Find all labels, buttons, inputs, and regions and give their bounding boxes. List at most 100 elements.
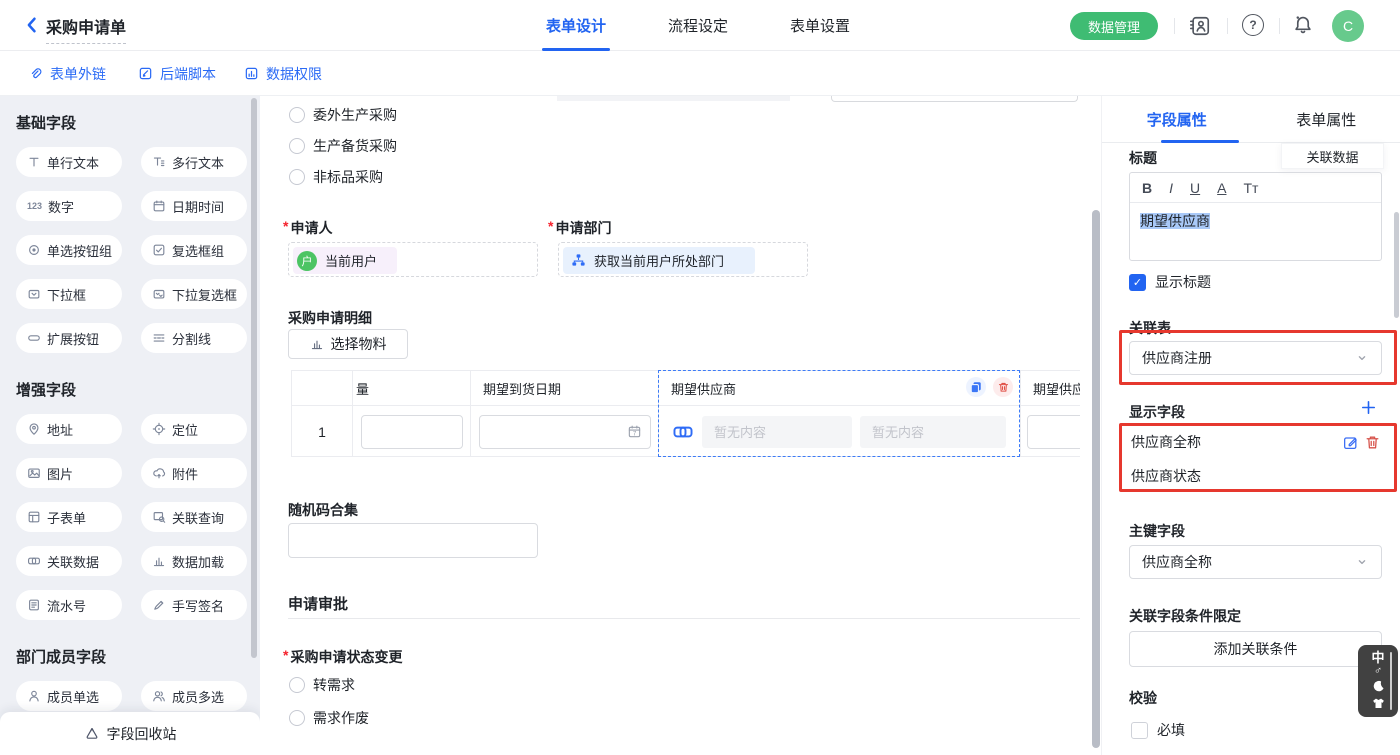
sidebar-scrollbar[interactable] <box>251 98 257 658</box>
field-item-signature[interactable]: 手写签名 <box>141 590 247 620</box>
supplier-empty-box[interactable]: 暂无内容 <box>702 416 852 448</box>
field-item-member-single[interactable]: 成员单选 <box>16 681 122 711</box>
contact-book-icon[interactable] <box>1189 15 1211 42</box>
field-item-serial-number[interactable]: 流水号 <box>16 590 122 620</box>
notification-bell-icon[interactable] <box>1292 14 1314 41</box>
gender-icon[interactable]: ♂ <box>1374 666 1382 677</box>
add-condition-button[interactable]: 添加关联条件 <box>1129 631 1382 667</box>
supplier-empty-box[interactable]: 暂无内容 <box>860 416 1006 448</box>
field-item-radio-group[interactable]: 单选按钮组 <box>16 235 122 265</box>
field-item-single-text[interactable]: 单行文本 <box>16 147 122 177</box>
tab-flow-setting[interactable]: 流程设定 <box>668 0 728 51</box>
department-chip[interactable]: 获取当前用户所处部门 <box>563 247 755 274</box>
canvas-scrollbar[interactable] <box>1092 210 1100 748</box>
delete-column-button[interactable] <box>993 377 1013 397</box>
relation-table-select[interactable]: 供应商注册 <box>1129 341 1382 375</box>
show-title-checkbox[interactable]: ✓ <box>1129 274 1146 291</box>
field-item-extend-button[interactable]: 扩展按钮 <box>16 323 122 353</box>
font-size-button[interactable]: Tᴛ <box>1243 180 1258 196</box>
field-recycle-bin[interactable]: 字段回收站 <box>0 712 260 755</box>
edit-icon[interactable] <box>1342 434 1359 451</box>
col-header-supplier2[interactable]: 期望供应 <box>1021 371 1080 405</box>
field-item-select[interactable]: 下拉框 <box>16 279 122 309</box>
underline-button[interactable]: U <box>1190 180 1200 196</box>
avatar[interactable]: C <box>1332 10 1364 42</box>
person-icon <box>27 689 41 703</box>
field-item-multi-text[interactable]: 多行文本 <box>141 147 247 177</box>
tab-field-props[interactable]: 字段属性 <box>1102 96 1252 142</box>
field-item-member-multi[interactable]: 成员多选 <box>141 681 247 711</box>
tab-form-setting[interactable]: 表单设置 <box>790 0 850 51</box>
language-icon[interactable]: 中 <box>1371 651 1384 664</box>
link-data-icon <box>27 554 41 568</box>
moon-icon[interactable] <box>1371 679 1386 694</box>
title-prop-label: 标题 <box>1129 148 1157 168</box>
field-item-data-load[interactable]: 数据加载 <box>141 546 247 576</box>
radio-icon[interactable] <box>289 710 305 726</box>
qty-input[interactable] <box>361 415 463 449</box>
copy-column-button[interactable] <box>966 377 986 397</box>
trash-icon[interactable] <box>1364 434 1381 451</box>
select-material-button[interactable]: 选择物料 <box>288 329 408 359</box>
radio-option: 转需求 <box>289 675 355 695</box>
backend-script-link[interactable]: 后端脚本 <box>138 51 216 96</box>
current-user-chip[interactable]: 户 当前用户 <box>293 247 397 274</box>
field-item-multi-select[interactable]: 下拉复选框 <box>141 279 247 309</box>
tab-form-props[interactable]: 表单属性 <box>1252 96 1400 142</box>
applicant-input[interactable]: 户 当前用户 <box>288 242 538 277</box>
field-item-subform[interactable]: 子表单 <box>16 502 122 532</box>
bold-button[interactable]: B <box>1142 180 1152 196</box>
divider-icon <box>152 331 166 345</box>
supplier2-input[interactable] <box>1027 415 1080 449</box>
radio-icon[interactable] <box>289 169 305 185</box>
tab-form-design[interactable]: 表单设计 <box>546 0 606 51</box>
field-item-image[interactable]: 图片 <box>16 458 122 488</box>
form-external-link[interactable]: 表单外链 <box>28 51 106 96</box>
panel-scrollbar[interactable] <box>1394 212 1399 318</box>
field-item-divider[interactable]: 分割线 <box>141 323 247 353</box>
title-editor-body[interactable]: 期望供应商 <box>1130 203 1381 239</box>
field-item-locate[interactable]: 定位 <box>141 414 247 444</box>
primary-key-label: 主键字段 <box>1129 521 1185 541</box>
required-checkbox[interactable] <box>1131 722 1148 739</box>
translate-extension-widget[interactable]: 中 ♂ <box>1358 645 1398 717</box>
divider <box>1227 18 1228 34</box>
field-item-link-query[interactable]: 关联查询 <box>141 502 247 532</box>
field-item-address[interactable]: 地址 <box>16 414 122 444</box>
shirt-icon[interactable] <box>1371 696 1386 711</box>
font-color-button[interactable]: A <box>1217 180 1226 196</box>
date-input[interactable]: 7 <box>479 415 651 449</box>
supplier-cell: 暂无内容 暂无内容 <box>659 406 1021 457</box>
radio-icon[interactable] <box>289 107 305 123</box>
top-bar: 采购申请单 表单设计 流程设定 表单设置 数据管理 ? <box>0 0 1400 51</box>
script-icon <box>138 66 153 81</box>
page-title[interactable]: 采购申请单 <box>46 14 126 44</box>
link-data-icon[interactable] <box>672 421 694 443</box>
table-row: 1 7 暂无内容 <box>292 406 1080 457</box>
field-item-link-data[interactable]: 关联数据 <box>16 546 122 576</box>
field-item-attachment[interactable]: 附件 <box>141 458 247 488</box>
help-icon[interactable]: ? <box>1242 14 1264 36</box>
display-field-row[interactable]: 供应商状态 <box>1131 466 1201 486</box>
radio-icon[interactable] <box>289 138 305 154</box>
field-item-number[interactable]: 123 数字 <box>16 191 122 221</box>
add-display-field-button[interactable] <box>1360 399 1377 421</box>
qty-cell <box>353 406 471 457</box>
primary-key-select[interactable]: 供应商全称 <box>1129 545 1382 579</box>
required-asterisk: * <box>283 218 288 238</box>
select-icon <box>27 287 41 301</box>
random-code-input[interactable] <box>288 523 538 558</box>
validation-label: 校验 <box>1129 688 1157 708</box>
basic-fields-grid: 单行文本 多行文本 123 数字 日期时间 单选按钮组 复选框组 <box>16 147 247 353</box>
display-field-row[interactable]: 供应商全称 <box>1131 432 1381 452</box>
col-header-date[interactable]: 期望到货日期 <box>471 371 659 405</box>
col-header-qty[interactable]: 量 <box>353 371 471 405</box>
field-item-datetime[interactable]: 日期时间 <box>141 191 247 221</box>
field-item-checkbox-group[interactable]: 复选框组 <box>141 235 247 265</box>
italic-button[interactable]: I <box>1169 180 1173 196</box>
data-permission-link[interactable]: 数据权限 <box>244 51 322 96</box>
department-input[interactable]: 获取当前用户所处部门 <box>558 242 808 277</box>
radio-icon[interactable] <box>289 677 305 693</box>
data-manage-button[interactable]: 数据管理 <box>1070 12 1158 40</box>
back-button[interactable] <box>22 15 42 35</box>
